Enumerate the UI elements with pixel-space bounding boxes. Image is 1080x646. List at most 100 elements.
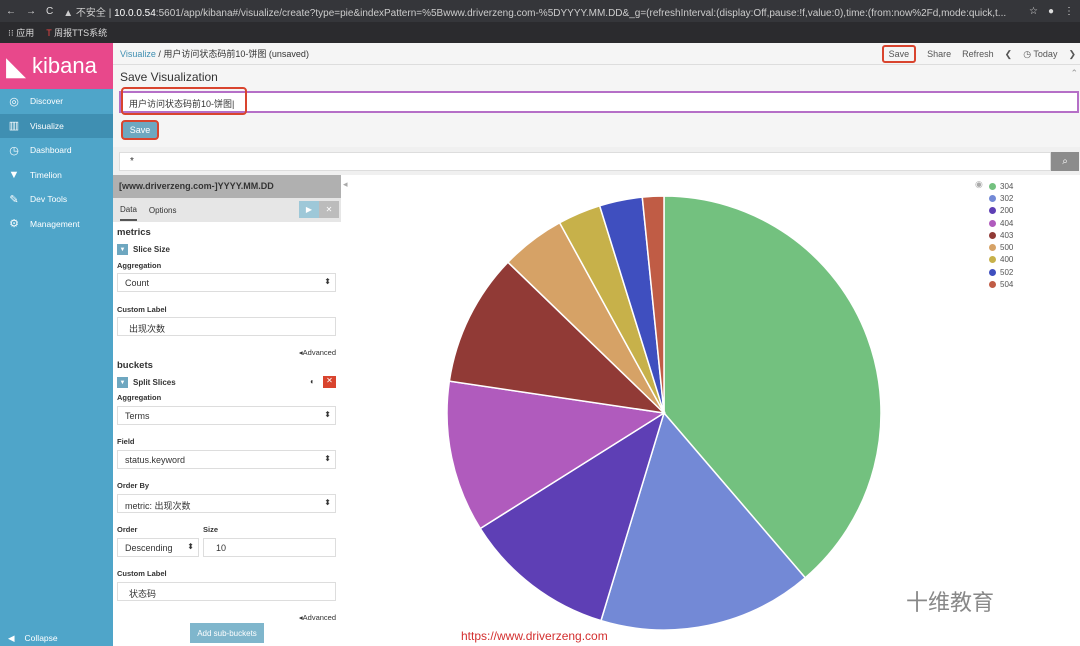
- confirm-save-button[interactable]: Save: [121, 120, 159, 140]
- discard-button[interactable]: ✕: [319, 201, 339, 218]
- bookmark-apps[interactable]: ⁝⁝ 应用: [8, 26, 34, 39]
- slice-size-toggle[interactable]: ▼ Slice Size: [117, 244, 170, 255]
- legend-label: 304: [1000, 181, 1014, 191]
- select-arrow-icon: ⬍: [324, 410, 331, 419]
- bookmark-label: 周报TTS系统: [54, 28, 108, 38]
- collapse-icon: ◀: [8, 633, 15, 643]
- sidebar-item-label: Management: [30, 218, 80, 229]
- legend-toggle-icon[interactable]: ◉: [975, 179, 983, 190]
- apply-button[interactable]: ▶: [299, 201, 319, 218]
- forward-icon[interactable]: →: [26, 6, 36, 17]
- legend-label: 400: [1000, 255, 1014, 265]
- size-input[interactable]: 10: [203, 538, 336, 557]
- legend-label: 502: [1000, 267, 1014, 277]
- dashboard-icon: ◷: [9, 144, 19, 157]
- star-icon[interactable]: ☆: [1029, 6, 1038, 17]
- legend-item-404[interactable]: 404: [989, 217, 1013, 229]
- select-value: status.keyword: [125, 455, 186, 465]
- legend-item-504[interactable]: 504: [989, 278, 1013, 290]
- compass-icon: ◎: [9, 95, 19, 108]
- sidebar-item-label: Discover: [30, 96, 64, 107]
- browser-chrome: ← → C ▲ 不安全 | 10.0.0.54:5601/app/kibana#…: [0, 0, 1080, 43]
- legend-item-400[interactable]: 400: [989, 254, 1013, 266]
- aggregation-label: Aggregation: [117, 261, 162, 270]
- select-arrow-icon: ⬍: [324, 277, 331, 286]
- highlight-box: [121, 87, 247, 115]
- select-arrow-icon: ⬍: [324, 498, 331, 507]
- save-button[interactable]: Save: [881, 45, 917, 63]
- menu-icon[interactable]: ⋮: [1064, 6, 1074, 17]
- refresh-button[interactable]: Refresh: [962, 49, 994, 59]
- add-sub-buckets-button[interactable]: Add sub-buckets: [190, 623, 264, 643]
- breadcrumb-visualize[interactable]: Visualize: [120, 49, 156, 59]
- legend-dot-icon: [989, 244, 996, 252]
- enable-toggle-icon[interactable]: ◐: [310, 377, 315, 386]
- advanced-toggle[interactable]: ◂Advanced: [299, 613, 336, 622]
- search-button[interactable]: ⌕: [1051, 152, 1079, 171]
- tab-options[interactable]: Options: [149, 206, 177, 215]
- order-by-select[interactable]: metric: 出现次数 ⬍: [117, 494, 336, 513]
- tab-data[interactable]: Data: [120, 200, 137, 221]
- profile-icon[interactable]: ●: [1048, 6, 1054, 17]
- bookmark-tts[interactable]: T 周报TTS系统: [46, 26, 107, 39]
- field-select[interactable]: status.keyword ⬍: [117, 450, 336, 469]
- sidebar-item-management[interactable]: ⚙ Management: [0, 212, 113, 237]
- sidebar-item-label: Dev Tools: [30, 194, 68, 205]
- custom-label-label: Custom Label: [117, 569, 167, 578]
- chevron-down-icon: ▼: [117, 377, 128, 388]
- legend-item-304[interactable]: 304: [989, 180, 1013, 192]
- remove-bucket-button[interactable]: ✕: [323, 376, 336, 388]
- search-input[interactable]: *: [119, 152, 1051, 171]
- legend-dot-icon: [989, 281, 996, 289]
- collapse-up-icon[interactable]: ⌃: [1070, 68, 1078, 79]
- metric-custom-label-input[interactable]: 出现次数: [117, 317, 336, 336]
- legend-item-302[interactable]: 302: [989, 192, 1013, 204]
- bucket-custom-label-input[interactable]: 状态码: [117, 582, 336, 601]
- size-label: Size: [203, 525, 219, 534]
- advanced-label: Advanced: [302, 613, 336, 622]
- kibana-logo[interactable]: ◣ kibana: [0, 43, 113, 89]
- back-icon[interactable]: ←: [6, 6, 16, 17]
- timelion-icon: ▼: [8, 168, 20, 181]
- address-bar[interactable]: ▲ 不安全 | 10.0.0.54:5601/app/kibana#/visua…: [63, 4, 1019, 19]
- legend-item-500[interactable]: 500: [989, 241, 1013, 253]
- visualization-name-input[interactable]: 用户访问状态码前10-饼图|: [119, 87, 1079, 115]
- order-select[interactable]: Descending ⬍: [117, 538, 199, 557]
- legend-item-502[interactable]: 502: [989, 266, 1013, 278]
- sidebar-item-discover[interactable]: ◎ Discover: [0, 89, 113, 114]
- select-value: Terms: [125, 411, 150, 421]
- legend-item-200[interactable]: 200: [989, 205, 1013, 217]
- sidebar-item-label: Visualize: [30, 120, 64, 131]
- buckets-heading: buckets: [117, 360, 153, 371]
- select-value: metric: 出现次数: [125, 501, 191, 511]
- url-host: 10.0.0.54: [114, 7, 156, 19]
- reload-icon[interactable]: C: [46, 6, 53, 17]
- previous-icon[interactable]: ❮: [1005, 49, 1013, 60]
- sidebar-item-visualize[interactable]: ▥ Visualize: [0, 113, 113, 138]
- advanced-toggle[interactable]: ◂Advanced: [299, 348, 336, 357]
- legend-label: 302: [1000, 193, 1014, 203]
- advanced-label: Advanced: [302, 348, 336, 357]
- legend-label: 200: [1000, 206, 1014, 216]
- sidebar-item-timelion[interactable]: ▼ Timelion: [0, 163, 113, 188]
- share-button[interactable]: Share: [927, 49, 951, 59]
- sidebar: ◣ kibana ◎ Discover ▥ Visualize ◷ Dashboard …: [0, 43, 113, 646]
- time-label: Today: [1033, 48, 1058, 59]
- legend-dot-icon: [989, 268, 996, 276]
- sidebar-item-dev-tools[interactable]: ✎ Dev Tools: [0, 187, 113, 212]
- sidebar-item-dashboard[interactable]: ◷ Dashboard: [0, 138, 113, 163]
- legend: 304 302 200 404 403 500 400 502 504: [989, 180, 1013, 291]
- bucket-aggregation-select[interactable]: Terms ⬍: [117, 406, 336, 425]
- metric-aggregation-select[interactable]: Count ⬍: [117, 273, 336, 292]
- collapse-button[interactable]: ◀ Collapse: [8, 633, 58, 644]
- pie-chart: [446, 195, 882, 631]
- next-icon[interactable]: ❯: [1068, 49, 1076, 60]
- split-slices-toggle[interactable]: ▼ Split Slices: [117, 377, 176, 388]
- legend-dot-icon: [989, 231, 996, 239]
- time-picker[interactable]: ◷ Today: [1023, 49, 1057, 60]
- sidebar-item-label: Timelion: [30, 169, 62, 180]
- save-panel-title: Save Visualization: [120, 70, 218, 84]
- logo-text: kibana: [32, 53, 97, 78]
- legend-item-403[interactable]: 403: [989, 229, 1013, 241]
- select-arrow-icon: ⬍: [324, 454, 331, 463]
